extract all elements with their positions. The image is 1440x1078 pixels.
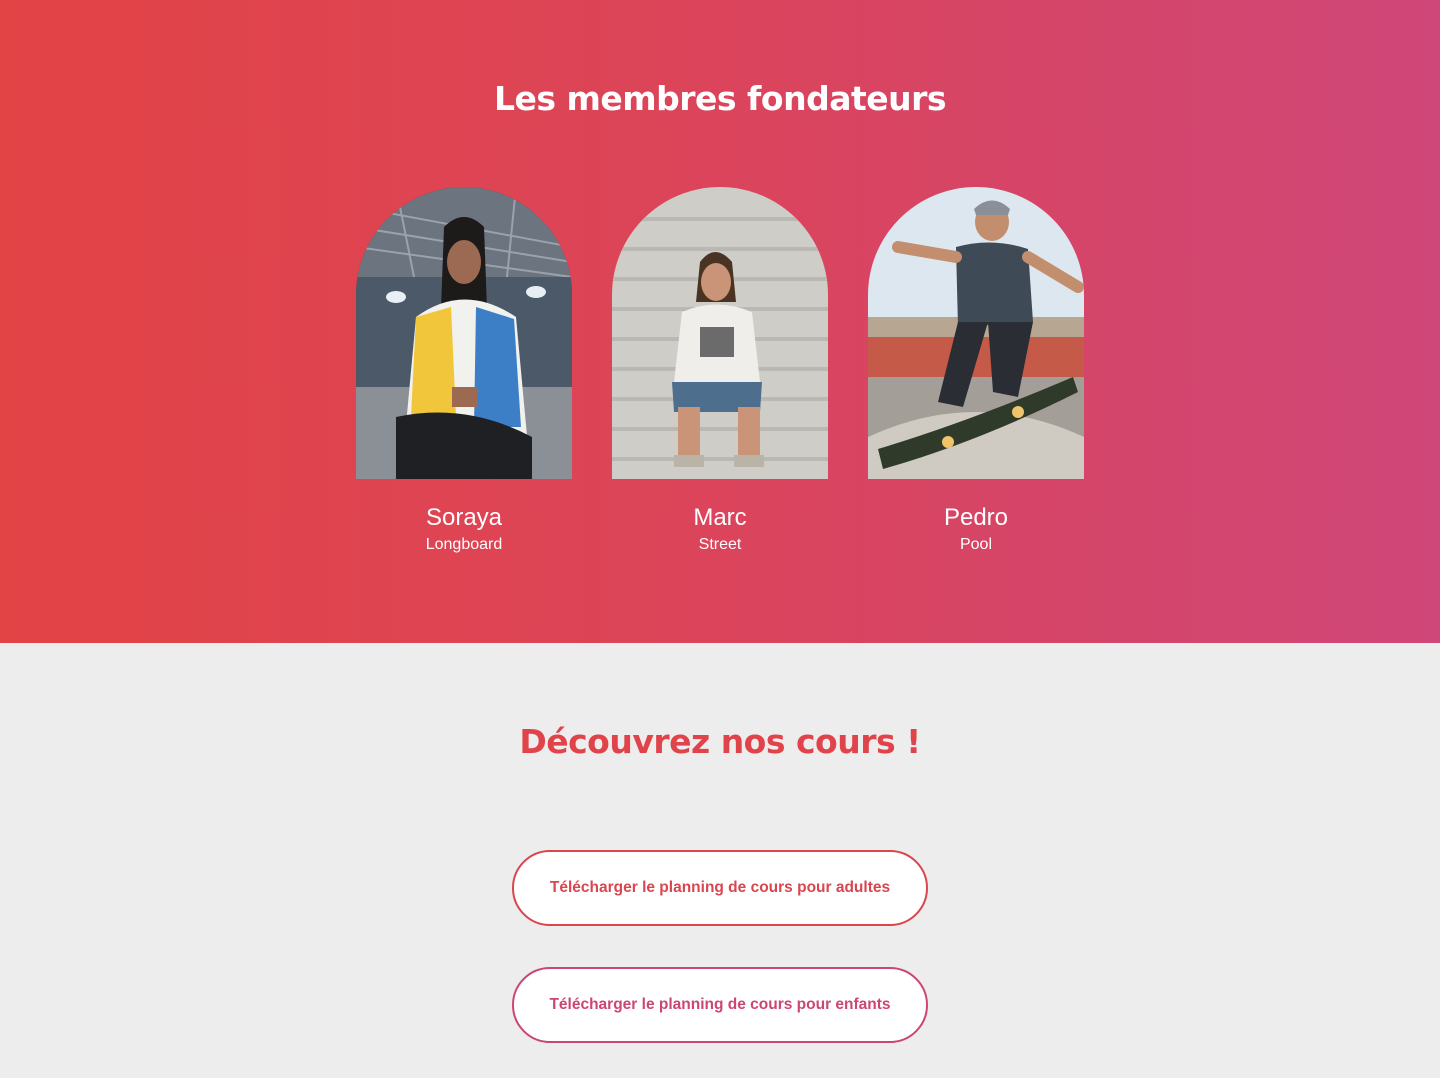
- founders-title: Les membres fondateurs: [493, 79, 947, 118]
- download-adults-schedule-button[interactable]: Télécharger le planning de cours pour ad…: [512, 850, 928, 926]
- member-photo-soraya: [356, 187, 572, 479]
- member-card-pedro: Pedro Pool: [868, 187, 1084, 555]
- member-card-marc: Marc Street: [612, 187, 828, 555]
- member-photo-marc: [612, 187, 828, 479]
- member-style: Longboard: [425, 536, 503, 553]
- founders-section: Les membres fondateurs Soraya Longboard …: [0, 0, 1440, 643]
- member-name: Soraya: [425, 504, 503, 531]
- member-name: Marc: [693, 504, 747, 531]
- download-kids-schedule-button[interactable]: Télécharger le planning de cours pour en…: [512, 967, 928, 1043]
- portrait-photo-woman-icon: [356, 187, 572, 479]
- member-photo-pedro: [868, 187, 1084, 479]
- portrait-photo-man-icon: [612, 187, 828, 479]
- member-style: Pool: [959, 536, 993, 553]
- member-style: Street: [698, 536, 742, 553]
- courses-title: Découvrez nos cours !: [519, 722, 921, 761]
- skateboard-trick-photo-icon: [868, 187, 1084, 479]
- member-name: Pedro: [943, 504, 1009, 531]
- member-card-soraya: Soraya Longboard: [356, 187, 572, 555]
